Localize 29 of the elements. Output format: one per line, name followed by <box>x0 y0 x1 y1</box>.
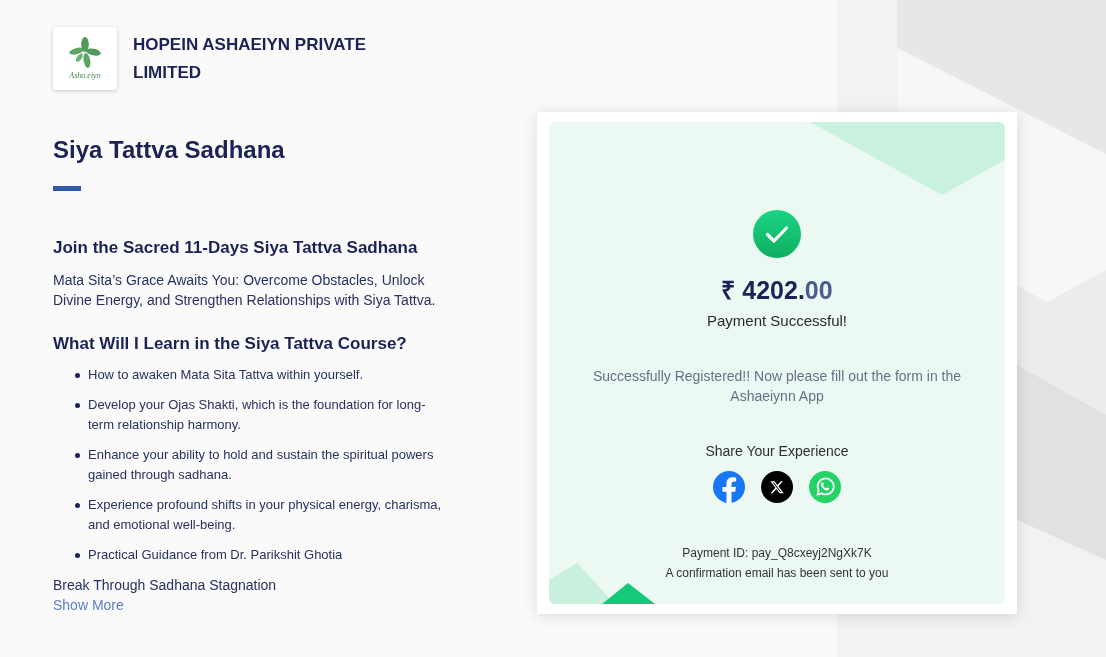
list-item-text: How to awaken Mata Sita Tattva within yourself. <box>88 366 365 384</box>
confirmation-text: A confirmation email has been sent to you <box>665 565 889 582</box>
list-item-text: Experience profound shifts in your physical energy, charisma, and emotional well-being. <box>88 496 443 534</box>
list-item-text: Practical Guidance from Dr. Parikshit Ghotia <box>88 546 344 564</box>
title-underline <box>53 186 81 191</box>
page-title: Siya Tattva Sadhana <box>53 135 285 165</box>
leaves-icon <box>68 36 102 69</box>
section-heading: What Will I Learn in the Siya Tattva Course? <box>53 333 407 355</box>
x-logo-icon[interactable] <box>761 471 793 503</box>
share-label: Share Your Experience <box>705 442 849 461</box>
message-text: Successfully Registered!! Now please fill out the form in the Ashaeiynn App <box>591 367 963 406</box>
intro-text: Mata Sita’s Grace Awaits You: Overcome Obstacles, Unlock Divine Energy, and Strengthen Relationships with Siya Tattva. <box>53 271 437 310</box>
section-heading: Join the Sacred 11-Days Siya Tattva Sadhana <box>53 237 418 259</box>
logo-text: Asha.eiyn <box>69 70 101 81</box>
bullet-icon <box>75 403 80 408</box>
show-more-link[interactable]: Show More <box>53 595 124 615</box>
bullet-icon <box>75 553 80 558</box>
bullet-icon <box>75 503 80 508</box>
success-check-icon <box>753 210 801 258</box>
company-name: HOPEIN ASHAEIYN PRIVATE LIMITED <box>133 33 367 84</box>
list-item-text: Enhance your ability to hold and sustain the spiritual powers gained through sadhana. <box>88 446 435 484</box>
bullet-icon <box>75 453 80 458</box>
facebook-icon[interactable] <box>713 471 745 503</box>
list-item-text: Develop your Ojas Shakti, which is the foundation for long-term relationship harmony. <box>88 396 427 434</box>
bullet-icon <box>75 373 80 378</box>
amount-text: ₹ 4202.00 <box>721 275 833 305</box>
status-text: Payment Successful! <box>706 311 848 331</box>
tagline-text: Break Through Sadhana Stagnation <box>53 576 277 595</box>
payment-id-text: Payment ID: pay_Q8cxeyj2NgXk7K <box>682 545 872 562</box>
